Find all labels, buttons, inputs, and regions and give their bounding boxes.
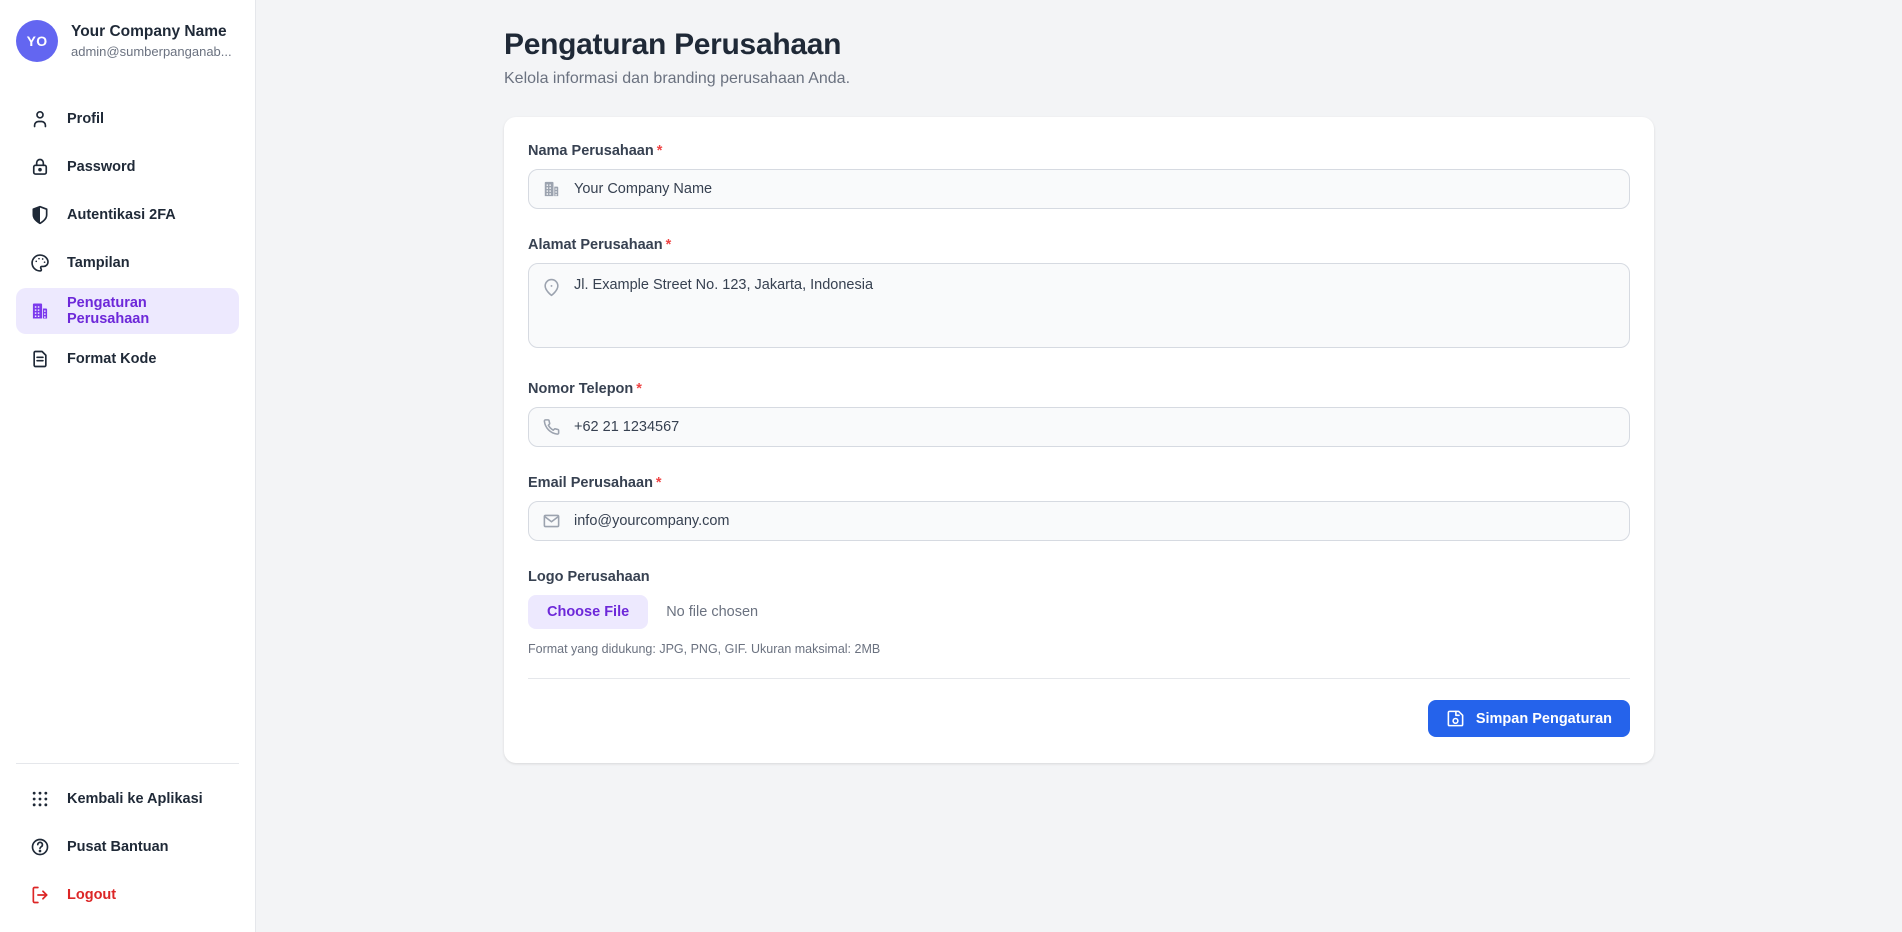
sidebar-item-autentikasi-2fa[interactable]: Autentikasi 2FA: [16, 192, 239, 238]
user-email: admin@sumberpanganab...: [71, 44, 232, 59]
lock-icon: [30, 157, 50, 177]
required-marker: *: [666, 237, 672, 253]
sidebar-divider: [16, 763, 239, 764]
shield-icon: [30, 205, 50, 225]
map-pin-icon: [542, 278, 561, 297]
sidebar-item-logout[interactable]: Logout: [16, 872, 239, 918]
required-marker: *: [636, 381, 642, 397]
sidebar-item-tampilan[interactable]: Tampilan: [16, 240, 239, 286]
sidebar-item-label: Autentikasi 2FA: [67, 207, 176, 223]
phone-icon: [542, 418, 561, 437]
choose-file-button[interactable]: Choose File: [528, 595, 648, 629]
user-icon: [30, 109, 50, 129]
user-profile-header: YO Your Company Name admin@sumberpangana…: [0, 0, 255, 80]
mail-icon: [542, 512, 561, 531]
sidebar-item-profil[interactable]: Profil: [16, 96, 239, 142]
palette-icon: [30, 253, 50, 273]
field-label: Alamat Perusahaan*: [528, 237, 1630, 253]
page-title: Pengaturan Perusahaan: [504, 28, 1654, 62]
required-marker: *: [656, 475, 662, 491]
sidebar-item-label: Kembali ke Aplikasi: [67, 791, 203, 807]
file-format-hint: Format yang didukung: JPG, PNG, GIF. Uku…: [528, 642, 1630, 656]
sidebar-item-label: Pusat Bantuan: [67, 839, 169, 855]
sidebar-item-label: Profil: [67, 111, 104, 127]
main-content: Pengaturan Perusahaan Kelola informasi d…: [256, 0, 1902, 932]
sidebar-item-label: Format Kode: [67, 351, 156, 367]
field-label: Logo Perusahaan: [528, 569, 1630, 585]
sidebar-item-label: Password: [67, 159, 136, 175]
avatar: YO: [16, 20, 58, 62]
field-label-text: Logo Perusahaan: [528, 569, 650, 585]
user-meta: Your Company Name admin@sumberpanganab..…: [71, 23, 232, 59]
card-footer: Simpan Pengaturan: [528, 679, 1630, 737]
sidebar-item-pusat-bantuan[interactable]: Pusat Bantuan: [16, 824, 239, 870]
field-label-text: Nomor Telepon: [528, 381, 633, 397]
sidebar-footer: Kembali ke Aplikasi Pusat Bantuan Logout: [0, 763, 255, 932]
field-label-text: Nama Perusahaan: [528, 143, 654, 159]
sidebar: YO Your Company Name admin@sumberpangana…: [0, 0, 256, 932]
required-marker: *: [657, 143, 663, 159]
user-name: Your Company Name: [71, 23, 232, 41]
building-icon: [30, 301, 50, 321]
sidebar-item-label: Logout: [67, 887, 116, 903]
field-label: Email Perusahaan*: [528, 475, 1630, 491]
field-logo-perusahaan: Logo Perusahaan Choose File No file chos…: [528, 569, 1630, 656]
document-icon: [30, 349, 50, 369]
logout-icon: [30, 885, 50, 905]
save-icon: [1446, 709, 1465, 728]
company-settings-card: Nama Perusahaan* Alamat Perusahaan* Jl. …: [504, 117, 1654, 763]
company-address-textarea[interactable]: Jl. Example Street No. 123, Jakarta, Ind…: [528, 263, 1630, 348]
page-subtitle: Kelola informasi dan branding perusahaan…: [504, 70, 1654, 88]
field-email-perusahaan: Email Perusahaan*: [528, 475, 1630, 541]
field-label: Nomor Telepon*: [528, 381, 1630, 397]
field-nama-perusahaan: Nama Perusahaan*: [528, 143, 1630, 209]
sidebar-item-label: Pengaturan Perusahaan: [67, 295, 225, 327]
sidebar-item-label: Tampilan: [67, 255, 130, 271]
file-upload-row: Choose File No file chosen: [528, 595, 1630, 629]
field-label-text: Email Perusahaan: [528, 475, 653, 491]
company-name-input[interactable]: [528, 169, 1630, 209]
building-icon: [542, 180, 561, 199]
no-file-chosen-text: No file chosen: [666, 604, 758, 620]
sidebar-item-pengaturan-perusahaan[interactable]: Pengaturan Perusahaan: [16, 288, 239, 334]
sidebar-item-password[interactable]: Password: [16, 144, 239, 190]
save-settings-button[interactable]: Simpan Pengaturan: [1428, 700, 1630, 737]
sidebar-nav: Profil Password Autentikasi 2FA Tampilan…: [0, 94, 255, 384]
field-label-text: Alamat Perusahaan: [528, 237, 663, 253]
help-icon: [30, 837, 50, 857]
grid-icon: [30, 789, 50, 809]
sidebar-item-kembali-ke-aplikasi[interactable]: Kembali ke Aplikasi: [16, 776, 239, 822]
company-phone-input[interactable]: [528, 407, 1630, 447]
save-button-label: Simpan Pengaturan: [1476, 711, 1612, 727]
sidebar-item-format-kode[interactable]: Format Kode: [16, 336, 239, 382]
field-nomor-telepon: Nomor Telepon*: [528, 381, 1630, 447]
field-alamat-perusahaan: Alamat Perusahaan* Jl. Example Street No…: [528, 237, 1630, 353]
field-label: Nama Perusahaan*: [528, 143, 1630, 159]
company-email-input[interactable]: [528, 501, 1630, 541]
